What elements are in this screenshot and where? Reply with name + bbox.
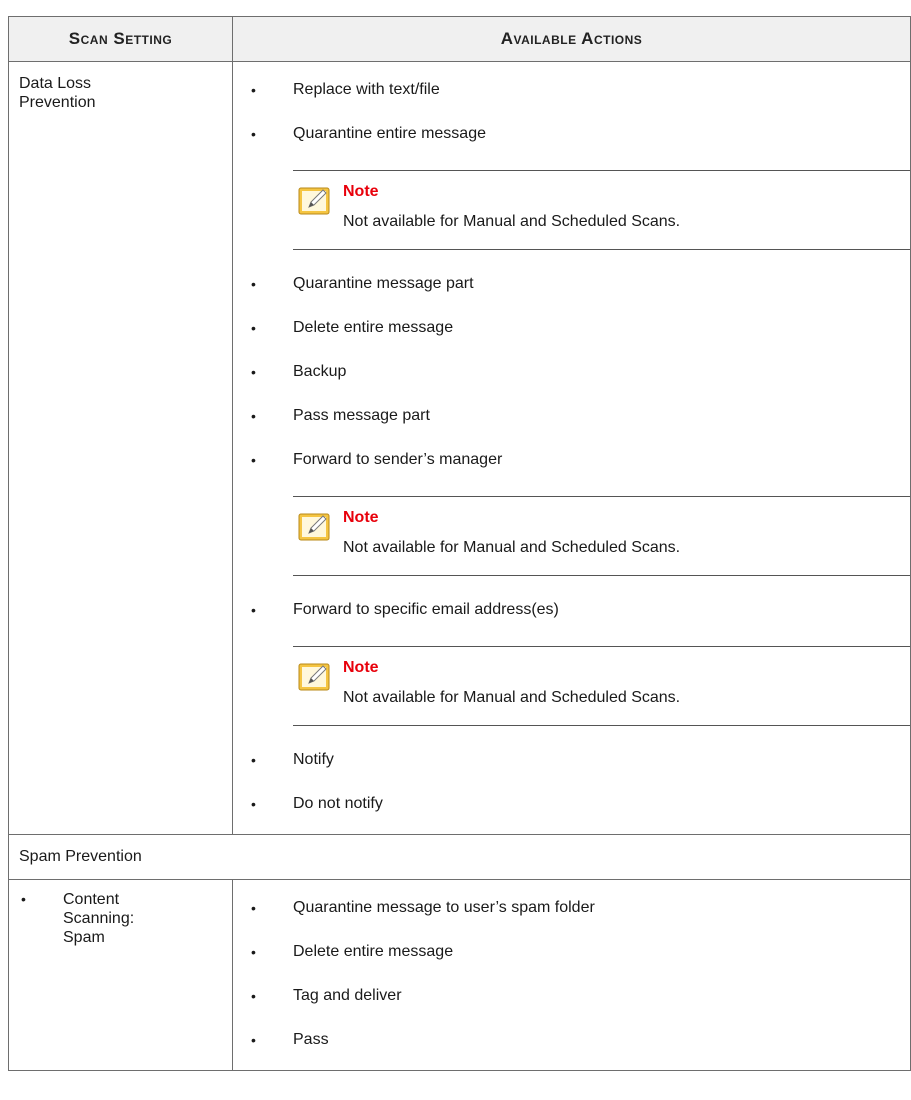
note-title: Note [343,659,379,676]
bullet: • [251,408,256,424]
list-item: • Do not notify [233,782,910,826]
note-box: Note Not available for Manual and Schedu… [293,646,910,726]
action-label: Forward to specific email address(es) [293,601,559,618]
list-item: • Forward to specific email address(es) [233,588,910,632]
bullet: • [251,602,256,618]
action-label: Notify [293,751,334,768]
spam-actions-cell: • Quarantine message to user’s spam folde… [232,879,911,1071]
list-item: • Forward to sender’s manager [233,438,910,482]
action-label: Do not notify [293,795,383,812]
spam-setting-label: Content Scanning: Spam [63,891,135,946]
bullet: • [251,752,256,768]
action-label: Forward to sender’s manager [293,451,503,468]
note-text: Not available for Manual and Scheduled S… [343,213,681,230]
bullet: • [251,452,256,468]
bullet: • [251,82,256,98]
table-row-dlp: Data Loss Prevention • Replace with text/… [8,61,911,835]
action-label: Pass [293,1031,329,1048]
action-label: Tag and deliver [293,987,402,1004]
spam-setting-cell: • Content Scanning: Spam [8,879,233,1071]
spam-section-label: Spam Prevention [8,834,911,880]
bullet: • [251,944,256,960]
bullet: • [251,1032,256,1048]
scan-actions-table: Scan Setting Available Actions Data Loss… [8,16,911,1071]
dlp-actions-cell: • Replace with text/file • Quarantine enti… [232,61,911,835]
list-item: • Replace with text/file [233,68,910,112]
list-item: • Pass message part [233,394,910,438]
note-box: Note Not available for Manual and Schedu… [293,496,910,576]
bullet: • [251,796,256,812]
list-item: • Delete entire message [233,930,910,974]
table-row-spam-section: Spam Prevention [8,834,911,880]
header-available-actions: Available Actions [232,16,911,62]
dlp-setting-label: Data Loss Prevention [19,75,96,111]
list-item: • Tag and deliver [233,974,910,1018]
action-label: Backup [293,363,347,380]
action-label: Quarantine message part [293,275,474,292]
note-title: Note [343,183,379,200]
action-label: Pass message part [293,407,430,424]
table-row-spam: • Content Scanning: Spam • Quarantine mes… [8,879,911,1071]
bullet: • [251,988,256,1004]
bullet: • [251,364,256,380]
action-label: Delete entire message [293,319,454,336]
action-label: Replace with text/file [293,81,440,98]
list-item: • Quarantine entire message [233,112,910,156]
action-label: Quarantine entire message [293,125,486,142]
action-label: Delete entire message [293,943,454,960]
list-item: • Delete entire message [233,306,910,350]
list-item: • Backup [233,350,910,394]
table-header-row: Scan Setting Available Actions [8,16,911,62]
note-pencil-icon [298,187,330,215]
list-item: • Pass [233,1018,910,1062]
list-item: • Quarantine message part [233,262,910,306]
note-pencil-icon [298,513,330,541]
dlp-setting-cell: Data Loss Prevention [8,61,233,835]
note-box: Note Not available for Manual and Schedu… [293,170,910,250]
bullet: • [251,320,256,336]
note-text: Not available for Manual and Scheduled S… [343,689,681,706]
note-pencil-icon [298,663,330,691]
bullet: • [21,891,26,907]
note-text: Not available for Manual and Scheduled S… [343,539,681,556]
action-label: Quarantine message to user’s spam folder [293,899,595,916]
bullet: • [251,126,256,142]
note-title: Note [343,509,379,526]
list-item: • Quarantine message to user’s spam folde… [233,886,910,930]
bullet: • [251,900,256,916]
list-item: • Notify [233,738,910,782]
bullet: • [251,276,256,292]
header-scan-setting: Scan Setting [8,16,233,62]
